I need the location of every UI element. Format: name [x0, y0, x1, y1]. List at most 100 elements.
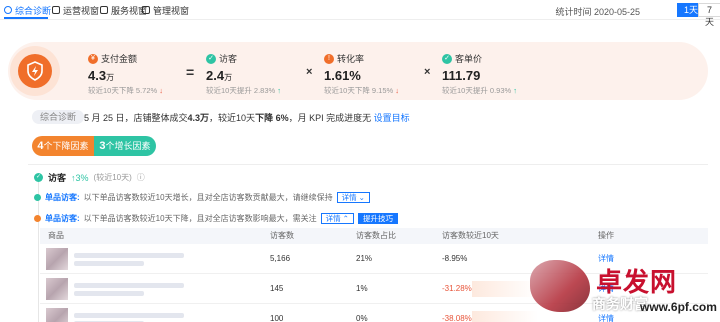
change-highlight-bar	[472, 311, 538, 322]
conversion-badge-icon: !	[324, 53, 334, 64]
cell-visitors: 145	[270, 284, 284, 293]
item-desc: 以下单品访客数较近10天下降，且对全店访客数影响最大，需关注	[83, 214, 317, 223]
product-title-blurred	[74, 261, 144, 266]
metric-value: 2.4	[206, 68, 225, 83]
metric-compare: 较近10天提升 2.83%	[206, 86, 276, 95]
column-header-product: 商品	[48, 231, 64, 240]
diagnosis-text: ，较近10天	[209, 113, 256, 123]
tab-service-view[interactable]: 服务视窗	[100, 4, 147, 16]
check-icon: ✓	[34, 173, 43, 182]
cell-change: -31.28%	[442, 284, 472, 293]
metric-unit-price: ✓ 客单价 111.79 较近10天提升 0.93% ↑	[442, 52, 517, 96]
product-thumbnail	[46, 308, 68, 322]
table-header: 商品 访客数 访客数占比 访客数较近10天 操作	[40, 228, 708, 244]
trend-arrow-icon: ↓	[395, 86, 400, 95]
multiply-operator: ×	[424, 66, 431, 78]
product-title-blurred	[74, 291, 144, 296]
metric-value: 111.79	[442, 68, 481, 83]
visitors-note: (较近10天)	[93, 173, 132, 182]
operations-icon	[52, 6, 60, 14]
watermark-url: www.6pf.com	[640, 300, 717, 314]
tab-label: 综合诊断	[15, 5, 52, 16]
top-nav: 综合诊断 运营视窗 服务视窗 管理视窗 统计时间 2020-05-25 1天 7…	[0, 0, 720, 27]
metric-value: 4.3	[88, 68, 107, 83]
metric-compare: 较近10天下降 5.72%	[88, 86, 158, 95]
cell-share: 0%	[356, 314, 368, 322]
diagnosis-text: ，月 KPI 完成进度无	[288, 113, 372, 123]
metric-unit: 万	[106, 73, 115, 82]
column-header-visitors: 访客数	[270, 231, 294, 240]
metric-name: 访客	[219, 54, 238, 64]
product-title-blurred	[74, 253, 184, 258]
bull-logo-icon	[530, 260, 590, 312]
metric-conversion-rate: ! 转化率 1.61% 较近10天下降 9.15% ↓	[324, 52, 399, 96]
item-label: 单品访客:	[45, 214, 80, 223]
button-label: 详情	[325, 214, 341, 223]
watermark-logo: 卓发网 商务财富 www.6pf.com	[530, 256, 720, 322]
trend-arrow-icon: ↓	[159, 86, 164, 95]
growth-factors-button[interactable]: 3个增长因素	[94, 136, 156, 156]
metric-compare: 较近10天下降 9.15%	[324, 86, 394, 95]
column-header-change: 访客数较近10天	[442, 231, 499, 240]
visitors-decline-item: 单品访客: 以下单品访客数较近10天下降，且对全店访客数影响最大，需关注 详情 …	[34, 213, 398, 224]
metric-name: 客单价	[455, 54, 483, 64]
cell-visitors: 5,166	[270, 254, 291, 263]
set-target-link[interactable]: 设置目标	[374, 113, 410, 123]
cell-share: 21%	[356, 254, 373, 263]
diagnosis-icon	[4, 6, 12, 14]
section-divider	[28, 164, 708, 165]
cell-change: -8.95%	[442, 254, 468, 263]
button-label: 详情	[341, 193, 357, 202]
visitors-growth-item: 单品访客: 以下单品访客数较近10天增长，且对全店访客数贡献最大，请继续保持 详…	[34, 192, 370, 203]
product-thumbnail	[46, 248, 68, 270]
tab-label: 运营视窗	[63, 5, 100, 16]
improve-tips-button[interactable]: 提升技巧	[357, 213, 398, 224]
metric-name: 支付金额	[101, 54, 138, 64]
status-dot-icon	[34, 215, 41, 222]
decline-label: 个下降因素	[43, 141, 89, 151]
unit-price-badge-icon: ✓	[442, 53, 452, 64]
multiply-operator: ×	[306, 66, 313, 78]
visitors-section-header: ✓ 访客 ↑3% (较近10天) ⓘ	[34, 171, 145, 184]
tab-comprehensive-diagnosis[interactable]: 综合诊断	[4, 4, 51, 16]
item-desc: 以下单品访客数较近10天增长，且对全店访客数贡献最大，请继续保持	[83, 193, 333, 202]
diagnosis-text: 5 月 25 日，店铺整体成交	[84, 113, 188, 123]
diagnosis-summary: 5 月 25 日，店铺整体成交4.3万，较近10天下降 6%，月 KPI 完成进…	[84, 111, 410, 124]
tab-management-view[interactable]: 管理视窗	[142, 4, 189, 16]
payment-badge-icon: ¥	[88, 53, 98, 64]
product-title-blurred	[74, 283, 184, 288]
decline-factors-button[interactable]: 4个下降因素	[32, 136, 94, 156]
details-button[interactable]: 详情 ⌃	[320, 213, 354, 224]
info-icon: ⓘ	[136, 173, 145, 182]
visitors-title: 访客	[48, 173, 67, 183]
diagnosis-amount: 4.3万	[187, 113, 210, 123]
visitors-badge-icon: ✓	[206, 53, 216, 64]
column-header-share: 访客数占比	[356, 231, 396, 240]
tab-label: 管理视窗	[153, 5, 190, 16]
metric-visitors: ✓ 访客 2.4万 较近10天提升 2.83% ↑	[206, 52, 281, 96]
day-7-button[interactable]: 7天	[698, 3, 720, 27]
metric-compare: 较近10天提升 0.93%	[442, 86, 512, 95]
details-button[interactable]: 详情 ⌄	[336, 192, 370, 203]
tab-operations-view[interactable]: 运营视窗	[52, 4, 99, 16]
cell-visitors: 100	[270, 314, 284, 322]
metric-name: 转化率	[337, 54, 365, 64]
metric-unit: 万	[224, 73, 233, 82]
diagnosis-tag: 综合诊断	[32, 110, 85, 124]
equals-operator: =	[186, 64, 195, 80]
column-header-action: 操作	[598, 231, 614, 240]
growth-label: 个增长因素	[105, 141, 151, 151]
timeline-line	[38, 182, 39, 322]
shield-icon	[18, 54, 52, 88]
payment-hero-icon	[10, 46, 60, 96]
item-label: 单品访客:	[45, 193, 80, 202]
cell-change: -38.08%	[442, 314, 472, 322]
cell-share: 1%	[356, 284, 368, 293]
stat-time: 统计时间 2020-05-25	[555, 7, 640, 17]
metric-value: 1.61%	[324, 68, 361, 83]
diagnosis-trend: 下降 6%	[255, 113, 289, 123]
change-highlight-bar	[472, 281, 538, 297]
active-tab-indicator	[4, 17, 48, 19]
product-thumbnail	[46, 278, 68, 300]
visitors-change: ↑3%	[71, 172, 89, 183]
